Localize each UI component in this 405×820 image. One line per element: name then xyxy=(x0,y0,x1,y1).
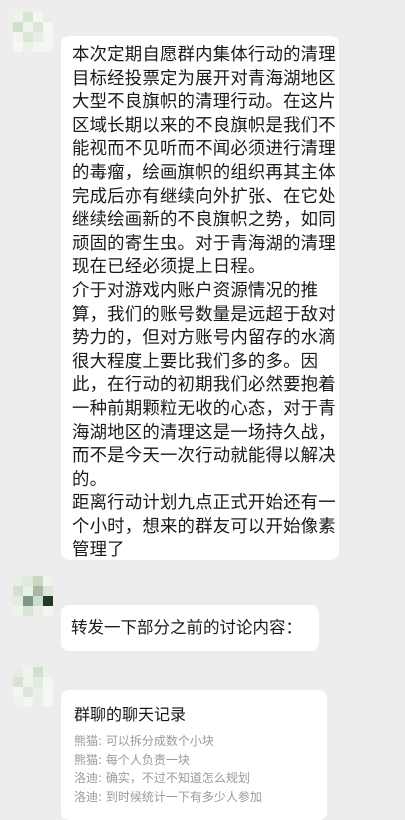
message-paragraph: 距离行动计划九点正式开始还有一 个小时，想来的群友可以开始像素 管理了 xyxy=(72,493,336,561)
avatar[interactable] xyxy=(13,12,53,52)
chat-record-line: 洛迪: 到时候统计一下有多少人参加 xyxy=(74,789,262,804)
avatar[interactable] xyxy=(13,576,53,616)
message-paragraph: 本次定期自愿群内集体行动的清理 目标经投票定为展开对青海湖地区 大型不良旗帜的清… xyxy=(72,45,336,278)
message-paragraph: 介于对游戏内账户资源情况的推 算，我们的账号数量是远超于敌对 势力的，但对方账号… xyxy=(72,280,336,490)
chat-record-line: 熊猫: 可以拆分成数个小块 xyxy=(74,734,214,748)
chat-record-line: 洛迪: 确实，不过不知道怎么规划 xyxy=(74,771,250,786)
chat-record-card[interactable]: 群聊的聊天记录 熊猫: 可以拆分成数个小块 熊猫: 每个人负责一块 洛迪: 确实… xyxy=(61,690,327,820)
message-text: 转发一下部分之前的讨论内容： xyxy=(71,618,302,637)
message-bubble[interactable]: 转发一下部分之前的讨论内容： xyxy=(61,605,319,651)
chat-record-line: 熊猫: 每个人负责一块 xyxy=(74,752,190,767)
message-bubble[interactable]: 本次定期自愿群内集体行动的清理 目标经投票定为展开对青海湖地区 大型不良旗帜的清… xyxy=(61,36,339,560)
avatar[interactable] xyxy=(13,667,53,707)
chat-record-title: 群聊的聊天记录 xyxy=(74,705,187,724)
